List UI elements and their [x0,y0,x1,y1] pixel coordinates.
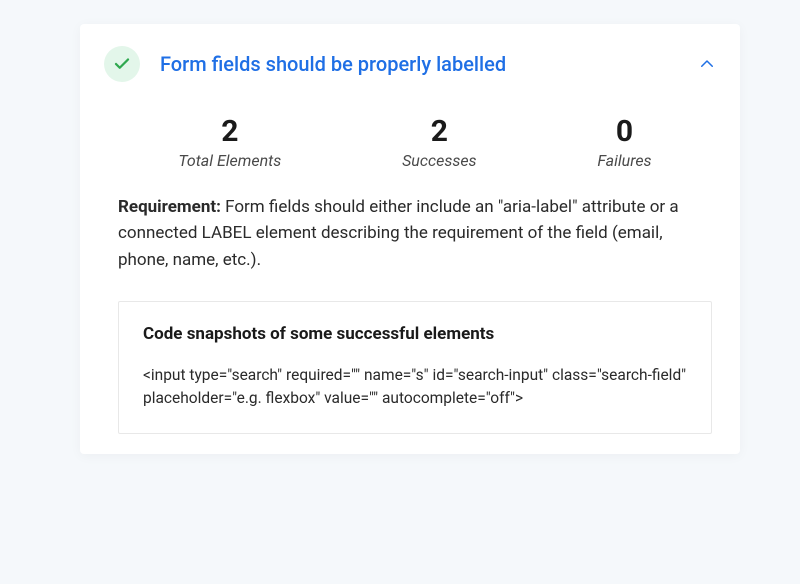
code-snapshots-box: Code snapshots of some successful elemen… [118,301,712,434]
stat-failures-value: 0 [597,114,651,149]
accordion-panel: Form fields should be properly labelled … [80,24,740,454]
stat-successes: 2 Successes [402,114,477,170]
stat-successes-label: Successes [402,151,477,170]
stats-row: 2 Total Elements 2 Successes 0 Failures [118,100,712,194]
requirement-text: Requirement: Form fields should either i… [118,194,712,273]
code-snapshots-heading: Code snapshots of some successful elemen… [143,324,687,344]
chevron-up-icon [698,55,716,73]
stat-total-label: Total Elements [178,151,281,170]
stat-total-value: 2 [178,114,281,149]
stat-failures-label: Failures [597,151,651,170]
accordion-title: Form fields should be properly labelled [160,52,698,76]
status-success-icon [104,46,140,82]
accordion-body: 2 Total Elements 2 Successes 0 Failures … [80,100,740,454]
accordion-header[interactable]: Form fields should be properly labelled [80,24,740,100]
stat-total: 2 Total Elements [178,114,281,170]
stat-successes-value: 2 [402,114,477,149]
code-snippet: <input type="search" required="" name="s… [143,364,687,409]
requirement-label: Requirement: [118,197,221,217]
stat-failures: 0 Failures [597,114,651,170]
